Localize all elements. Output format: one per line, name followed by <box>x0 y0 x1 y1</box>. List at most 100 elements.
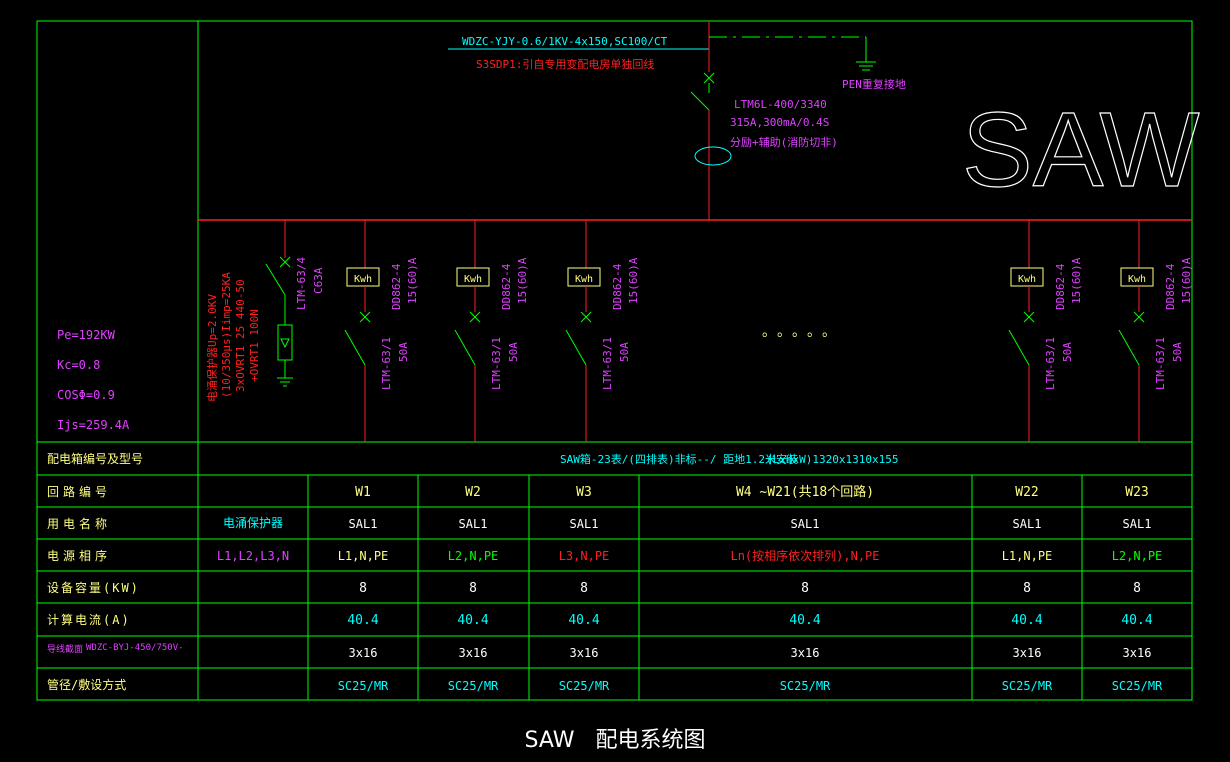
calc-current: 40.4 <box>347 613 378 628</box>
meter-rating: 15(60)A <box>1180 257 1193 304</box>
branch-circuit: Kwh DD862-4 15(60)A LTM-63/1 50A <box>1008 220 1083 442</box>
circuit-number: W3 <box>576 485 592 500</box>
phase-sequence: L3,N,PE <box>559 549 610 563</box>
spd-col-phase: L1,L2,L3,N <box>217 549 289 563</box>
branch-breaker-rating: 50A <box>397 342 410 362</box>
row-header-conduit: 管径/敷设方式 <box>47 677 126 692</box>
circuit-column: W22 SAL1 L1,N,PE 8 40.4 3x16 SC25/MR <box>1002 485 1053 693</box>
wire-section: 3x16 <box>791 646 820 660</box>
branch-breaker-rating: 50A <box>1061 342 1074 362</box>
phase-sequence: Ln(按相序依次排列),N,PE <box>730 548 879 563</box>
wire-section: 3x16 <box>1123 646 1152 660</box>
wire-section: 3x16 <box>1013 646 1042 660</box>
cos-value: COSΦ=0.9 <box>57 388 115 402</box>
meter-model: DD862-4 <box>611 263 624 310</box>
phase-sequence: L2,N,PE <box>448 549 499 563</box>
meter-rating: 15(60)A <box>406 257 419 304</box>
kwh-meter-label: Kwh <box>1018 274 1036 285</box>
kwh-meter-label: Kwh <box>575 274 593 285</box>
branch-breaker-rating: 50A <box>618 342 631 362</box>
spd-spec-1: 电涌保护器Up=2.0KV <box>205 294 219 402</box>
distribution-system-diagram: WDZC-YJY-0.6/1KV-4x150,SC100/CT S3SDP1:引… <box>36 20 1200 701</box>
rated-power: 8 <box>469 581 477 596</box>
phase-sequence: L1,N,PE <box>338 549 389 563</box>
main-breaker-spec: 315A,300mA/0.4S <box>730 116 829 129</box>
branch-breaker-rating: 50A <box>1171 342 1184 362</box>
box-spec: SAW箱-23表/(四排表)非标--/ 距地1.2米安装 <box>560 452 798 466</box>
load-name: SAL1 <box>791 517 820 531</box>
main-breaker-model: LTM6L-400/3340 <box>734 98 827 111</box>
load-name: SAL1 <box>1013 517 1042 531</box>
conduit-method: SC25/MR <box>559 679 610 693</box>
load-name: SAL1 <box>570 517 599 531</box>
row-header-circuit: 回路编号 <box>47 484 111 499</box>
load-name: SAL1 <box>459 517 488 531</box>
branch-circuit: Kwh DD862-4 15(60)A LTM-63/1 50A <box>454 220 529 442</box>
more-circuits-ellipsis: 。。。。。 <box>762 324 844 340</box>
circuit-number: W1 <box>355 485 371 500</box>
meter-rating: 15(60)A <box>516 257 529 304</box>
meter-rating: 15(60)A <box>627 257 640 304</box>
rated-power: 8 <box>580 581 588 596</box>
calc-current: 40.4 <box>1121 613 1152 628</box>
circuit-number: W2 <box>465 485 481 500</box>
circuit-number: W23 <box>1125 485 1148 500</box>
conduit-method: SC25/MR <box>1112 679 1163 693</box>
incoming-feeder: WDZC-YJY-0.6/1KV-4x150,SC100/CT S3SDP1:引… <box>448 21 906 220</box>
kwh-meter-label: Kwh <box>1128 274 1146 285</box>
spd-col-name: 电涌保护器 <box>223 516 283 530</box>
spd-breaker-model: LTM-63/4 <box>295 257 308 310</box>
meter-model: DD862-4 <box>390 263 403 310</box>
branch-breaker-model: LTM-63/1 <box>380 337 393 390</box>
row-header-name: 用电名称 <box>47 516 111 531</box>
row-header-box: 配电箱编号及型号 <box>47 451 143 466</box>
box-dims: (LxHxW)1320x1310x155 <box>766 453 898 466</box>
spd-breaker-rating: C63A <box>312 267 325 294</box>
circuit-column: W23 SAL1 L2,N,PE 8 40.4 3x16 SC25/MR <box>1112 485 1163 693</box>
phase-sequence: L1,N,PE <box>1002 549 1053 563</box>
branch-breaker-model: LTM-63/1 <box>490 337 503 390</box>
spd-branch: LTM-63/4 C63A 电涌保护器Up=2.0KV (10/350μs)Ii… <box>205 220 325 402</box>
conduit-method: SC25/MR <box>1002 679 1053 693</box>
circuit-column: W2 SAL1 L2,N,PE 8 40.4 3x16 SC25/MR <box>448 485 499 693</box>
calc-current: 40.4 <box>457 613 488 628</box>
branch-breaker-rating: 50A <box>507 342 520 362</box>
load-name: SAL1 <box>349 517 378 531</box>
branch-breaker-model: LTM-63/1 <box>601 337 614 390</box>
branch-circuit: Kwh DD862-4 15(60)A LTM-63/1 50A <box>1118 220 1193 442</box>
kwh-meter-label: Kwh <box>464 274 482 285</box>
conduit-method: SC25/MR <box>448 679 499 693</box>
incoming-cable-label: WDZC-YJY-0.6/1KV-4x150,SC100/CT <box>462 35 668 48</box>
circuit-table-columns: W1 SAL1 L1,N,PE 8 40.4 3x16 SC25/MR W2 SAL1 L2,N,… <box>338 484 1163 693</box>
rated-power: 8 <box>1133 581 1141 596</box>
ijs-value: Ijs=259.4A <box>57 418 130 432</box>
meter-rating: 15(60)A <box>1070 257 1083 304</box>
load-calculation: Pe=192KW Kc=0.8 COSΦ=0.9 Ijs=259.4A <box>57 328 130 432</box>
meter-model: DD862-4 <box>1164 263 1177 310</box>
pen-ground-label: PEN重复接地 <box>842 77 906 91</box>
calc-current: 40.4 <box>1011 613 1042 628</box>
phase-sequence: L2,N,PE <box>1112 549 1163 563</box>
meter-model: DD862-4 <box>500 263 513 310</box>
drawing-title: SAW 配电系统图 <box>524 728 706 753</box>
branch-circuit: Kwh DD862-4 15(60)A LTM-63/1 50A <box>344 220 419 442</box>
panel-name: SAW <box>962 91 1200 209</box>
wire-section: 3x16 <box>349 646 378 660</box>
kwh-meter-label: Kwh <box>354 274 372 285</box>
row-header-section: 导线截面 <box>47 643 83 655</box>
load-name: SAL1 <box>1123 517 1152 531</box>
incoming-source-label: S3SDP1:引自专用变配电房单独回线 <box>476 57 654 71</box>
meter-model: DD862-4 <box>1054 263 1067 310</box>
circuit-column: W3 SAL1 L3,N,PE 8 40.4 3x16 SC25/MR <box>559 485 610 693</box>
rated-power: 8 <box>359 581 367 596</box>
circuit-column: W1 SAL1 L1,N,PE 8 40.4 3x16 SC25/MR <box>338 485 389 693</box>
branch-breaker-model: LTM-63/1 <box>1044 337 1057 390</box>
spd-spec-3: 3xOVRT1 25 440-50 <box>234 279 247 392</box>
main-breaker-note: 分励+辅助(消防切非) <box>730 135 838 149</box>
calc-current: 40.4 <box>568 613 599 628</box>
row-header-phase: 电源相序 <box>47 548 111 563</box>
wire-section: 3x16 <box>459 646 488 660</box>
wire-section: 3x16 <box>570 646 599 660</box>
cable-type: WDZC-BYJ-450/750V- <box>86 643 184 653</box>
circuit-number: W22 <box>1015 485 1038 500</box>
